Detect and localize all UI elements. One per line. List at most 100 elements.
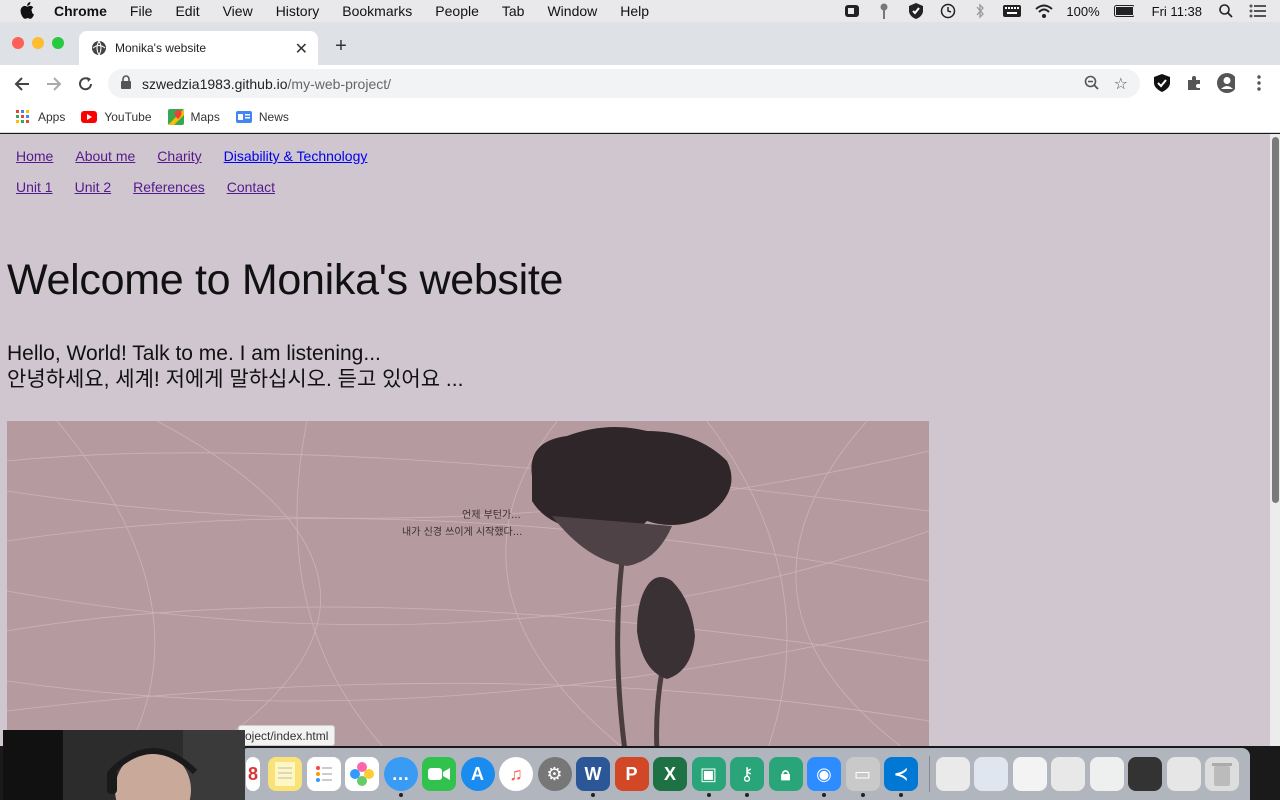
minimized-window-3-icon[interactable] [1012,757,1047,791]
menu-people[interactable]: People [435,3,479,19]
minimize-window-button[interactable] [32,37,44,49]
hero-image: 언제 부턴가... 내가 신경 쓰이게 시작했다... [7,421,929,746]
menubar-clock[interactable]: Fri 11:38 [1152,4,1202,19]
tab-title: Monika's website [115,41,206,55]
notification-center-icon[interactable] [1248,4,1268,18]
bookmark-youtube[interactable]: YouTube [81,109,152,125]
menu-history[interactable]: History [276,3,320,19]
menu-app-chrome[interactable]: Chrome [54,3,107,19]
bookmark-star-icon[interactable]: ☆ [1114,74,1128,94]
minimized-window-5-icon[interactable] [1089,757,1124,791]
web-page: Home About me Charity Disability & Techn… [0,134,1270,746]
menu-help[interactable]: Help [620,3,649,19]
nav-link-contact[interactable]: Contact [227,179,275,195]
nav-link-charity[interactable]: Charity [157,148,201,164]
minimized-terminal-icon[interactable] [1128,757,1162,791]
trash-icon[interactable] [1205,757,1239,791]
maps-icon [167,109,184,125]
reminders-icon[interactable] [306,757,341,791]
word-icon[interactable]: W [576,757,610,797]
facetime-icon[interactable] [422,757,456,791]
apps-grid-icon [15,109,31,125]
minimized-window-6-icon[interactable] [1166,757,1201,791]
profile-avatar-icon[interactable] [1217,73,1235,93]
webcam-preview [3,730,245,800]
page-title: Welcome to Monika's website [7,256,564,304]
powerpoint-icon[interactable]: P [614,757,649,791]
vscode-icon[interactable]: ≺ [884,757,918,797]
music-icon[interactable]: ♫ [499,757,533,791]
nav-link-unit-1[interactable]: Unit 1 [16,179,53,195]
calendar-icon[interactable]: 8 [246,757,260,791]
zoom-icon[interactable] [1084,75,1100,94]
bookmark-label: Maps [190,110,220,124]
extensions-puzzle-icon[interactable] [1185,74,1203,92]
youtube-icon [81,109,98,125]
wifi-icon[interactable] [1034,4,1054,18]
menu-file[interactable]: File [130,3,153,19]
menu-edit[interactable]: Edit [175,3,199,19]
app-store-icon[interactable]: A [460,757,495,791]
bookmark-label: News [258,110,289,124]
cisco-vpn-icon[interactable]: ▣ [691,757,726,797]
back-button[interactable] [11,73,33,95]
image-caption-line2: 내가 신경 쓰이게 시작했다... [402,525,522,538]
lock-icon[interactable] [120,75,134,92]
spotlight-search-icon[interactable] [1216,4,1236,18]
bookmark-label: Apps [38,110,66,124]
new-tab-button[interactable]: + [331,35,351,58]
minimized-window-2-icon[interactable] [974,757,1008,791]
zoom-meeting-icon[interactable] [842,4,862,18]
notes-icon[interactable] [268,757,302,791]
menu-tab[interactable]: Tab [502,3,525,19]
browser-toolbar: szwedzia1983.github.io/my-web-project/ ☆ [0,65,1280,102]
minimized-window-1-icon[interactable] [935,757,970,791]
status-url-tooltip: oject/index.html [238,725,336,746]
key-icon[interactable] [874,3,894,19]
bluetooth-icon[interactable] [970,3,990,19]
address-bar[interactable]: szwedzia1983.github.io/my-web-project/ ☆ [108,69,1140,98]
menu-window[interactable]: Window [547,3,597,19]
excel-icon[interactable]: X [653,757,687,791]
time-machine-icon[interactable] [938,3,958,19]
nav-link-disability-technology[interactable]: Disability & Technology [224,148,368,164]
menu-bookmarks[interactable]: Bookmarks [342,3,412,19]
image-caption-line1: 언제 부턴가... [462,509,521,521]
minimized-window-4-icon[interactable] [1051,757,1085,791]
reload-button[interactable] [75,73,97,95]
bookmarks-bar: Apps YouTube Maps News [0,102,1280,133]
forward-button[interactable] [43,73,65,95]
scrollbar-thumb[interactable] [1272,137,1279,503]
preview-icon[interactable]: ▭ [845,757,880,797]
menu-view[interactable]: View [223,3,253,19]
zoom-app-icon[interactable]: ◉ [807,757,841,797]
close-window-button[interactable] [12,37,24,49]
bookmark-apps[interactable]: Apps [15,109,65,125]
nav-link-about-me[interactable]: About me [75,148,135,164]
photos-icon[interactable] [345,757,379,791]
news-icon [235,109,252,125]
privacy-extension-icon[interactable] [1153,74,1171,92]
system-preferences-icon[interactable]: ⚙ [537,757,572,791]
nav-link-unit-2[interactable]: Unit 2 [75,179,112,195]
globe-icon [91,40,107,56]
keyboard-icon[interactable] [1002,4,1022,18]
bookmark-maps[interactable]: Maps [167,109,220,125]
battery-icon[interactable] [1113,4,1134,18]
poppy-illustration: 언제 부턴가... 내가 신경 쓰이게 시작했다... [7,421,929,746]
nav-link-references[interactable]: References [133,179,205,195]
nav-link-home[interactable]: Home [16,148,53,164]
apple-menu-icon[interactable] [20,1,38,22]
messages-icon[interactable]: … [383,757,418,797]
maximize-window-button[interactable] [52,37,64,49]
bookmark-news[interactable]: News [235,109,289,125]
url-host: szwedzia1983.github.io [142,75,288,92]
active-tab[interactable]: Monika's website ✕ [79,31,318,65]
lock-app-icon[interactable]: 🔒︎ [768,757,803,791]
chrome-menu-icon[interactable] [1250,74,1268,92]
greeting-text: Hello, World! Talk to me. I am listening… [7,341,463,393]
page-scrollbar[interactable] [1270,134,1280,746]
key-app-icon[interactable]: ⚷ [730,757,764,797]
close-tab-icon[interactable]: ✕ [295,39,308,59]
vpn-shield-icon[interactable] [906,3,926,19]
